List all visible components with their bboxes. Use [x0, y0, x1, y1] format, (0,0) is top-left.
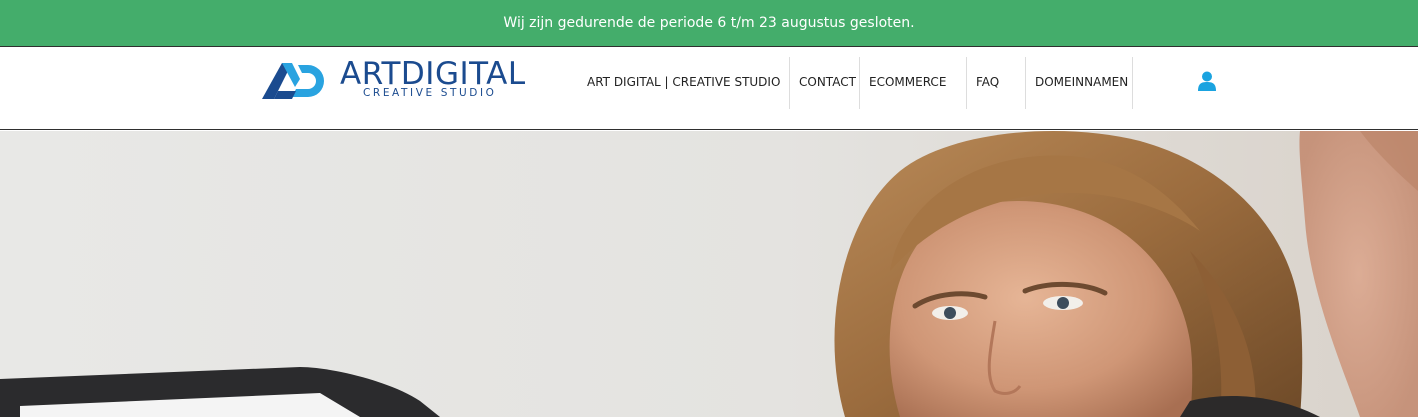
nav-divider [1132, 57, 1133, 109]
site-logo[interactable]: ARTDIGITAL CREATIVE STUDIO [262, 56, 532, 103]
site-header: ARTDIGITAL CREATIVE STUDIO ART DIGITAL |… [0, 46, 1418, 130]
logo-title: ARTDIGITAL [340, 56, 526, 92]
nav-item-contact[interactable]: CONTACT [790, 57, 859, 107]
announcement-text: Wij zijn gedurende de periode 6 t/m 23 a… [503, 15, 915, 31]
nav-item-faq[interactable]: FAQ [967, 57, 1025, 107]
hero-photo [0, 131, 1418, 417]
hero-image [0, 131, 1418, 417]
logo-mark-icon [262, 63, 324, 99]
nav-item-ecommerce[interactable]: ECOMMERCE [860, 57, 966, 107]
logo-subtitle: CREATIVE STUDIO [363, 87, 497, 99]
nav-item-domeinnamen[interactable]: DOMEINNAMEN [1026, 57, 1133, 107]
announcement-bar: Wij zijn gedurende de periode 6 t/m 23 a… [0, 0, 1418, 46]
nav-item-art-digital[interactable]: ART DIGITAL | CREATIVE STUDIO [578, 57, 789, 107]
user-icon[interactable] [1198, 71, 1216, 91]
